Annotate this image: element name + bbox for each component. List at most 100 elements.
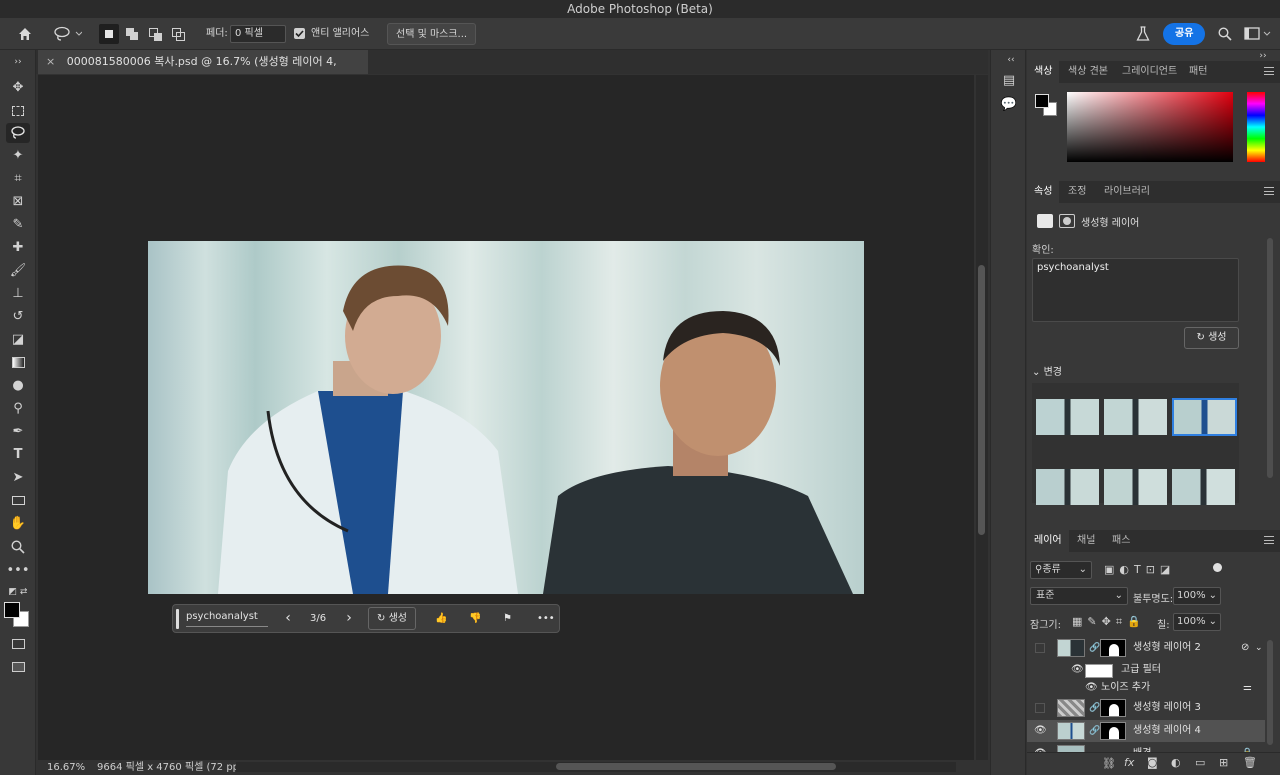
share-button[interactable]: 공유 <box>1163 23 1206 45</box>
report-flag-icon[interactable]: ⚑ <box>503 605 517 632</box>
tab-swatches[interactable]: 색상 견본 <box>1061 61 1115 83</box>
screen-mode-icon[interactable] <box>6 657 30 677</box>
fill-input[interactable]: 100% ⌄ <box>1173 613 1221 631</box>
collapse-arrows-icon[interactable]: ›› <box>6 52 30 72</box>
layer-mask-thumbnail[interactable] <box>1100 639 1126 657</box>
zoom-level[interactable]: 16.67% <box>47 760 85 775</box>
drag-handle[interactable] <box>176 609 179 629</box>
comments-panel-icon[interactable]: 💬 <box>997 95 1021 115</box>
history-brush-tool-icon[interactable]: ↺ <box>6 307 30 327</box>
properties-panel-menu-icon[interactable] <box>1264 187 1274 195</box>
fx-icon[interactable]: fx <box>1124 756 1134 769</box>
eyedropper-tool-icon[interactable]: ✎ <box>6 215 30 235</box>
rectangle-tool-icon[interactable] <box>6 491 30 511</box>
thumbs-up-icon[interactable]: 👍 <box>435 605 449 632</box>
lasso-tool-icon[interactable] <box>6 123 30 143</box>
chevron-down-icon[interactable]: ⌄ <box>1255 637 1263 659</box>
flask-icon[interactable] <box>1136 23 1154 45</box>
prompt-input[interactable]: psychoanalyst <box>186 605 268 627</box>
properties-scrollbar[interactable] <box>1267 238 1273 478</box>
gradient-tool-icon[interactable] <box>6 353 30 373</box>
filter-toggle-icon[interactable] <box>1213 563 1222 572</box>
link-icon[interactable]: 🔗 <box>1089 720 1100 742</box>
clone-stamp-tool-icon[interactable]: ⊥ <box>6 284 30 304</box>
document-tab[interactable]: × 000081580006 복사.psd @ 16.7% (생성형 레이어 4… <box>38 50 368 92</box>
canvas-image[interactable] <box>148 241 864 594</box>
hand-tool-icon[interactable]: ✋ <box>6 514 30 534</box>
tab-properties[interactable]: 속성 <box>1027 181 1060 203</box>
layer-row[interactable]: 👁 노이즈 추가 ⚌ <box>1027 677 1272 699</box>
tab-channels[interactable]: 채널 <box>1070 530 1102 552</box>
zoom-tool-icon[interactable] <box>6 537 30 557</box>
blend-mode-select[interactable]: 표준 ⌄ <box>1030 587 1128 605</box>
path-selection-tool-icon[interactable]: ➤ <box>6 468 30 488</box>
layers-scrollbar[interactable] <box>1267 640 1273 745</box>
tab-patterns[interactable]: 패턴 <box>1182 61 1214 83</box>
color-panel-foreground-swatch[interactable] <box>1035 94 1049 108</box>
prompt-textarea[interactable]: psychoanalyst <box>1032 258 1239 322</box>
history-panel-icon[interactable]: ▤ <box>997 71 1021 91</box>
filter-options-icon[interactable]: ⚌ <box>1243 677 1252 699</box>
search-icon[interactable] <box>1218 23 1234 45</box>
horizontal-scrollbar[interactable] <box>236 762 956 772</box>
antialias-checkbox[interactable] <box>294 28 305 39</box>
variation-thumbnail-selected[interactable] <box>1172 398 1237 436</box>
healing-brush-tool-icon[interactable]: ✚ <box>6 238 30 258</box>
layers-panel-menu-icon[interactable] <box>1264 536 1274 544</box>
select-and-mask-button[interactable]: 선택 및 마스크... <box>387 23 477 45</box>
variation-thumbnail[interactable] <box>1036 469 1099 505</box>
next-variation-icon[interactable]: › <box>343 605 355 632</box>
close-tab-icon[interactable]: × <box>46 55 55 68</box>
thumbs-down-icon[interactable]: 👎 <box>469 605 483 632</box>
frame-tool-icon[interactable]: ⊠ <box>6 192 30 212</box>
document-size-info[interactable]: 9664 픽셀 x 4760 픽셀 (72 ppi) <box>97 760 246 775</box>
more-options-icon[interactable]: ••• <box>537 605 555 632</box>
magic-wand-tool-icon[interactable]: ✦ <box>6 146 30 166</box>
new-layer-icon[interactable]: ⊞ <box>1219 756 1228 769</box>
intersect-selection-button[interactable] <box>168 24 188 44</box>
default-colors-icon[interactable]: ◩ ⇄ <box>6 582 30 602</box>
adjustment-layer-icon[interactable]: ◐ <box>1171 756 1181 769</box>
visibility-toggle[interactable] <box>1035 643 1045 653</box>
type-tool-icon[interactable]: T <box>6 445 30 465</box>
move-tool-icon[interactable]: ✥ <box>6 78 30 98</box>
tab-color[interactable]: 색상 <box>1027 61 1060 83</box>
lasso-tool-preset-picker[interactable] <box>52 23 86 45</box>
visibility-toggle[interactable] <box>1035 703 1045 713</box>
tab-gradients[interactable]: 그레이디언트 <box>1115 61 1184 83</box>
filter-mask-thumbnail[interactable] <box>1085 664 1113 678</box>
variation-thumbnail[interactable] <box>1172 469 1235 505</box>
foreground-color-swatch[interactable] <box>4 602 20 618</box>
color-panel-menu-icon[interactable] <box>1264 67 1274 75</box>
opacity-input[interactable]: 100% ⌄ <box>1173 587 1221 605</box>
subtract-from-selection-button[interactable] <box>145 24 165 44</box>
link-layers-icon[interactable]: ⛓ <box>1102 757 1116 770</box>
layer-mask-thumbnail[interactable] <box>1100 722 1126 740</box>
marquee-tool-icon[interactable] <box>6 101 30 121</box>
tab-adjustments[interactable]: 조정 <box>1061 181 1093 203</box>
eye-icon[interactable]: 👁 <box>1085 677 1098 699</box>
lock-icons[interactable]: ▦✎✥⌗🔒 <box>1072 615 1146 629</box>
generate-button[interactable]: ↻ 생성 <box>368 607 416 630</box>
crop-tool-icon[interactable]: ⌗ <box>6 169 30 189</box>
eraser-tool-icon[interactable]: ◪ <box>6 330 30 350</box>
home-icon[interactable] <box>14 23 36 45</box>
previous-variation-icon[interactable]: ‹ <box>282 605 294 632</box>
blur-tool-icon[interactable]: ● <box>6 376 30 396</box>
variation-thumbnail[interactable] <box>1104 399 1167 435</box>
link-icon[interactable]: 🔗 <box>1089 637 1100 659</box>
tab-layers[interactable]: 레이어 <box>1027 530 1069 552</box>
tab-libraries[interactable]: 라이브러리 <box>1097 181 1157 203</box>
add-mask-icon[interactable]: ◙ <box>1147 756 1158 769</box>
color-picker-field[interactable] <box>1067 92 1233 162</box>
link-icon[interactable]: 🔗 <box>1089 697 1100 719</box>
pen-tool-icon[interactable]: ✒ <box>6 422 30 442</box>
workspace-switcher-icon[interactable] <box>1244 23 1272 45</box>
add-to-selection-button[interactable] <box>122 24 142 44</box>
tab-paths[interactable]: 패스 <box>1105 530 1137 552</box>
new-group-icon[interactable]: ▭ <box>1195 756 1205 769</box>
variations-section-header[interactable]: ⌄ 변경 <box>1032 363 1062 378</box>
feather-input[interactable]: 0 픽셀 <box>230 25 286 43</box>
layer-mask-thumbnail[interactable] <box>1100 699 1126 717</box>
trash-icon[interactable]: 🗑 <box>1243 756 1257 769</box>
